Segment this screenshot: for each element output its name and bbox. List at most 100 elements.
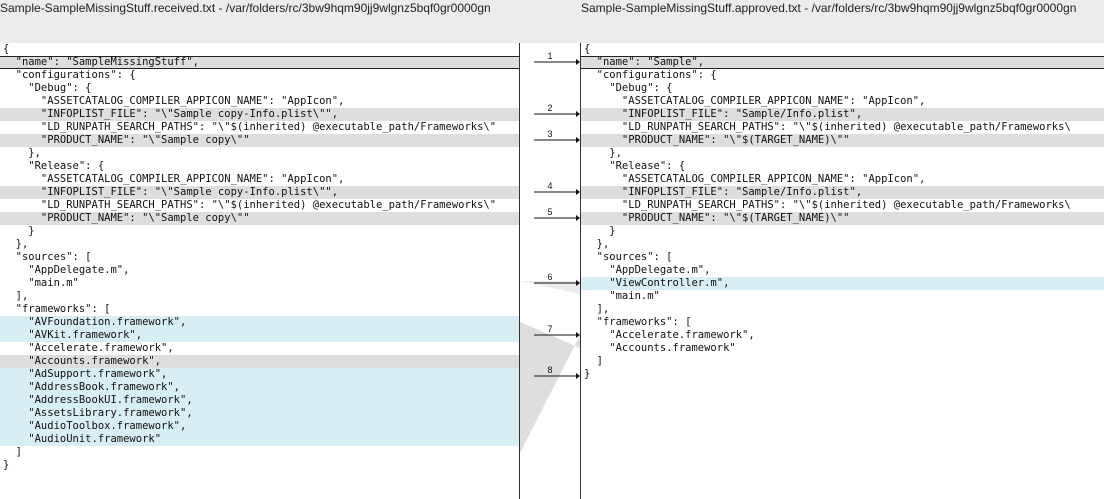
code-line-text: "Release": { [584,160,686,172]
code-line-text: "sources": [ [3,251,92,263]
code-line[interactable]: "Accelerate.framework", [581,329,1104,342]
code-line-text: ], [584,303,610,315]
code-line[interactable]: "PRODUCT_NAME": "\"Sample copy\"" [0,134,519,147]
code-line[interactable]: "name": "SampleMissingStuff", [0,56,519,69]
diff-marker-5[interactable]: 5 [540,207,560,217]
code-line[interactable]: "frameworks": [ [0,303,519,316]
code-line-text: } [584,368,591,380]
code-line[interactable]: "AudioUnit.framework" [0,433,519,446]
code-line-text: "ASSETCATALOG_COMPILER_APPICON_NAME": "A… [3,173,345,185]
received-file-pane[interactable]: { "name": "SampleMissingStuff", "configu… [0,43,520,499]
code-line[interactable]: "ASSETCATALOG_COMPILER_APPICON_NAME": "A… [0,173,519,186]
diff-connector-gutter[interactable]: 1 2 3 4 5 6 7 8 [520,43,580,499]
code-line[interactable]: "AddressBook.framework", [0,381,519,394]
diff-marker-4[interactable]: 4 [540,181,560,191]
code-line-text: }, [3,147,41,159]
code-line[interactable]: { [0,43,519,56]
code-line[interactable]: "Release": { [581,160,1104,173]
code-line[interactable]: }, [0,238,519,251]
code-line[interactable]: "LD_RUNPATH_SEARCH_PATHS": "\"$(inherite… [581,121,1104,134]
code-line[interactable]: "configurations": { [581,69,1104,82]
code-line[interactable]: "LD_RUNPATH_SEARCH_PATHS": "\"$(inherite… [0,199,519,212]
code-line-text: "name": "Sample", [584,56,705,68]
code-line-text: "PRODUCT_NAME": "\"$(TARGET_NAME)\"" [584,134,850,146]
code-line-text: "AudioUnit.framework" [3,433,162,445]
code-line[interactable]: "Debug": { [581,82,1104,95]
connector-band-insert-frameworks [520,322,580,453]
code-line-text: "configurations": { [3,69,136,81]
code-line[interactable]: ], [581,303,1104,316]
code-line[interactable]: ], [0,290,519,303]
code-line[interactable]: "ViewController.m", [581,277,1104,290]
code-line[interactable]: "LD_RUNPATH_SEARCH_PATHS": "\"$(inherite… [0,121,519,134]
code-line-text: "AddressBookUI.framework", [3,394,193,406]
code-line-text: "ASSETCATALOG_COMPILER_APPICON_NAME": "A… [584,95,926,107]
code-line[interactable]: "Accelerate.framework", [0,342,519,355]
code-line[interactable]: "sources": [ [581,251,1104,264]
code-line-text: ] [584,355,603,367]
code-line[interactable]: "Accounts.framework", [0,355,519,368]
diff-marker-1[interactable]: 1 [540,51,560,61]
code-line[interactable]: ] [581,355,1104,368]
code-line[interactable]: } [581,225,1104,238]
code-line-text: "AddressBook.framework", [3,381,181,393]
code-line[interactable]: "LD_RUNPATH_SEARCH_PATHS": "\"$(inherite… [581,199,1104,212]
code-line[interactable]: "AppDelegate.m", [581,264,1104,277]
code-line[interactable]: } [581,368,1104,381]
code-line[interactable]: "AddressBookUI.framework", [0,394,519,407]
code-line-text: "name": "SampleMissingStuff", [3,56,199,68]
code-line[interactable]: "AdSupport.framework", [0,368,519,381]
code-line[interactable]: "INFOPLIST_FILE": "Sample/Info.plist", [581,186,1104,199]
code-line-text: "ASSETCATALOG_COMPILER_APPICON_NAME": "A… [584,173,926,185]
code-line-text: "AdSupport.framework", [3,368,168,380]
code-line[interactable]: "configurations": { [0,69,519,82]
code-line-text: }, [584,238,610,250]
code-line[interactable]: "ASSETCATALOG_COMPILER_APPICON_NAME": "A… [581,95,1104,108]
code-line[interactable]: "INFOPLIST_FILE": "Sample/Info.plist", [581,108,1104,121]
code-line[interactable]: "Debug": { [0,82,519,95]
code-line[interactable]: { [581,43,1104,56]
code-line[interactable]: "main.m" [0,277,519,290]
code-line-text: "INFOPLIST_FILE": "Sample/Info.plist", [584,186,863,198]
code-line[interactable]: "INFOPLIST_FILE": "\"Sample copy-Info.pl… [0,108,519,121]
code-line[interactable]: "AssetsLibrary.framework", [0,407,519,420]
code-line[interactable]: "sources": [ [0,251,519,264]
code-line[interactable]: } [0,459,519,472]
code-line-text: } [584,225,616,237]
code-line-text: ], [3,290,29,302]
code-line-text: "PRODUCT_NAME": "\"Sample copy\"" [3,134,250,146]
code-line[interactable]: "AppDelegate.m", [0,264,519,277]
code-line[interactable]: "AVKit.framework", [0,329,519,342]
code-line[interactable]: } [0,225,519,238]
code-line[interactable]: "ASSETCATALOG_COMPILER_APPICON_NAME": "A… [0,95,519,108]
code-line[interactable]: "main.m" [581,290,1104,303]
code-line-text: { [584,43,591,55]
code-line[interactable]: "PRODUCT_NAME": "\"Sample copy\"" [0,212,519,225]
code-line-text: "AppDelegate.m", [3,264,130,276]
code-line-text: "Release": { [3,160,105,172]
code-line[interactable]: "name": "Sample", [581,56,1104,69]
code-line[interactable]: "INFOPLIST_FILE": "\"Sample copy-Info.pl… [0,186,519,199]
code-line[interactable]: "AVFoundation.framework", [0,316,519,329]
code-line[interactable]: "Release": { [0,160,519,173]
diff-marker-8[interactable]: 8 [540,365,560,375]
code-line[interactable]: "frameworks": [ [581,316,1104,329]
code-line[interactable]: }, [581,238,1104,251]
code-line[interactable]: "Accounts.framework" [581,342,1104,355]
code-line-text: "PRODUCT_NAME": "\"$(TARGET_NAME)\"" [584,212,850,224]
diff-marker-3[interactable]: 3 [540,129,560,139]
code-line[interactable]: "PRODUCT_NAME": "\"$(TARGET_NAME)\"" [581,212,1104,225]
code-line-text: { [3,43,10,55]
code-line[interactable]: }, [581,147,1104,160]
code-line[interactable]: ] [0,446,519,459]
code-line[interactable]: "ASSETCATALOG_COMPILER_APPICON_NAME": "A… [581,173,1104,186]
code-line-text: } [3,459,10,471]
code-line[interactable]: "PRODUCT_NAME": "\"$(TARGET_NAME)\"" [581,134,1104,147]
diff-marker-6[interactable]: 6 [540,272,560,282]
approved-file-pane[interactable]: { "name": "Sample", "configurations": { … [580,43,1104,499]
diff-marker-7[interactable]: 7 [540,324,560,334]
code-line[interactable]: }, [0,147,519,160]
code-line[interactable]: "AudioToolbox.framework", [0,420,519,433]
diff-marker-2[interactable]: 2 [540,103,560,113]
code-line-text: "AudioToolbox.framework", [3,420,187,432]
